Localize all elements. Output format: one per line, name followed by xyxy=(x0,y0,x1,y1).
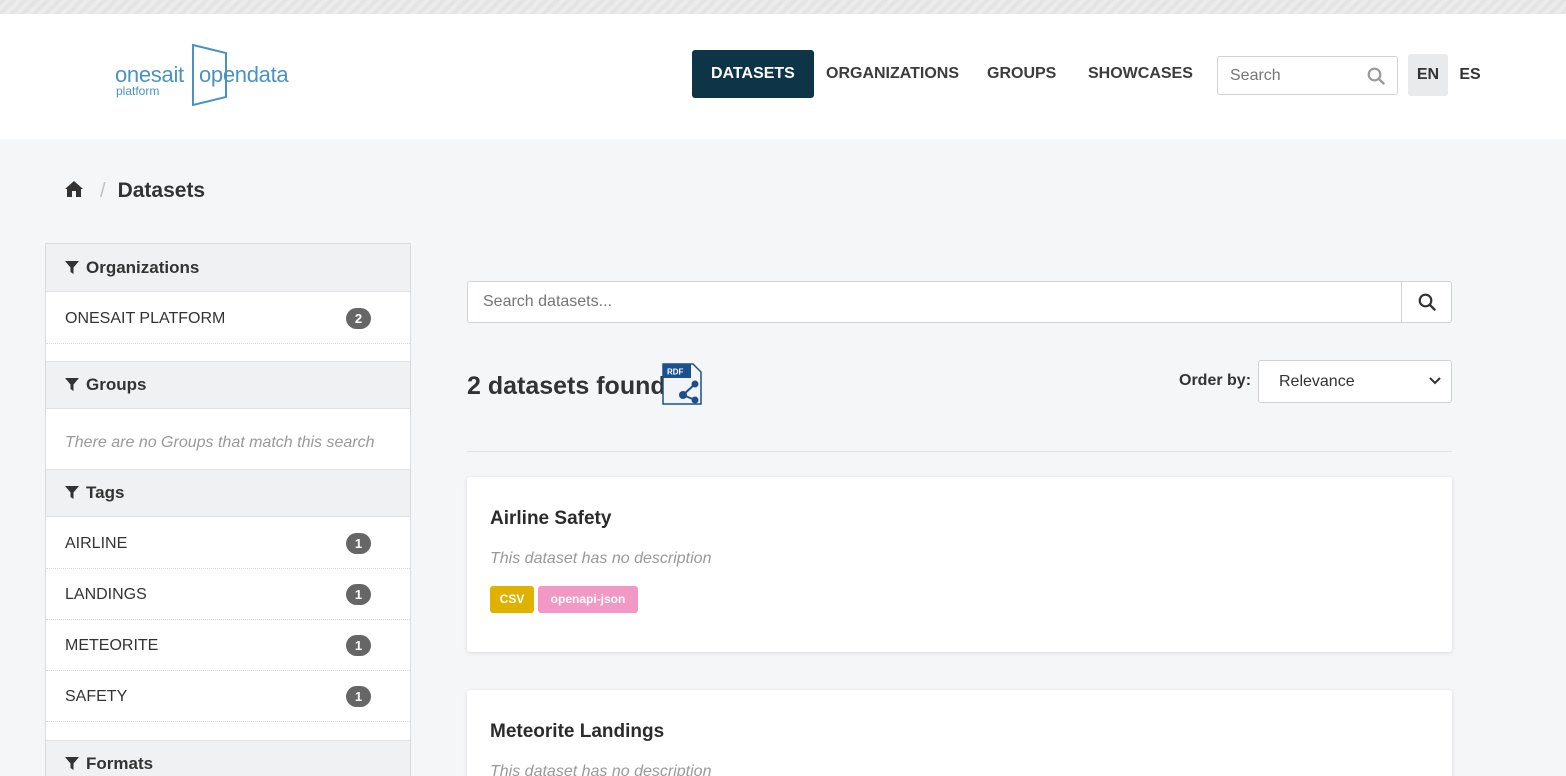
facet-title: Formats xyxy=(86,754,154,773)
dataset-card: Airline Safety This dataset has no descr… xyxy=(467,477,1452,652)
lang-es-button[interactable]: ES xyxy=(1455,54,1485,96)
dataset-search xyxy=(467,281,1452,323)
format-badge-csv[interactable]: CSV xyxy=(490,586,534,613)
facet-item-airline[interactable]: AIRLINE 1 xyxy=(46,518,410,569)
nav-groups[interactable]: GROUPS xyxy=(987,50,1056,98)
home-icon[interactable] xyxy=(64,180,84,203)
facet-item-label: METEORITE xyxy=(65,636,159,654)
dataset-description: This dataset has no description xyxy=(490,550,712,567)
facet-title: Organizations xyxy=(86,257,200,277)
count-badge: 1 xyxy=(346,584,371,605)
facet-sidebar: Organizations ONESAIT PLATFORM 2 Groups … xyxy=(45,243,411,776)
rdf-label: RDF xyxy=(667,368,684,377)
order-by-label: Order by: xyxy=(1179,372,1252,389)
facet-item-landings[interactable]: LANDINGS 1 xyxy=(46,569,410,620)
chevron-down-icon xyxy=(1429,377,1441,385)
facet-title: Tags xyxy=(86,483,125,502)
order-by-select[interactable]: Relevance xyxy=(1258,360,1452,403)
rdf-icon[interactable]: RDF xyxy=(661,362,703,411)
groups-empty-text: There are no Groups that match this sear… xyxy=(65,434,375,451)
filter-icon xyxy=(65,486,79,499)
dataset-search-input[interactable] xyxy=(468,282,1402,322)
facet-item-label: ONESAIT PLATFORM xyxy=(65,309,226,327)
nav-showcases[interactable]: SHOWCASES xyxy=(1088,50,1193,98)
filter-icon xyxy=(65,260,79,274)
format-badge-openapi-json[interactable]: openapi-json xyxy=(538,586,638,613)
breadcrumb: / Datasets xyxy=(64,178,205,204)
results-count: 2 datasets found xyxy=(467,372,666,400)
facet-item-label: AIRLINE xyxy=(65,534,128,552)
facet-groups-heading: Groups xyxy=(46,361,410,409)
facet-formats-heading: Formats xyxy=(46,740,410,776)
logo-word-platform: platform xyxy=(116,84,160,98)
dataset-title-link[interactable]: Meteorite Landings xyxy=(490,721,664,743)
dataset-title-link[interactable]: Airline Safety xyxy=(490,508,611,530)
logo-word-opendata: opendata xyxy=(199,62,289,87)
dataset-search-button[interactable] xyxy=(1401,282,1451,322)
facet-item-onesait-platform[interactable]: ONESAIT PLATFORM 2 xyxy=(46,293,410,344)
dataset-card: Meteorite Landings This dataset has no d… xyxy=(467,690,1452,776)
lang-en-button[interactable]: EN xyxy=(1408,54,1448,96)
facet-item-safety[interactable]: SAFETY 1 xyxy=(46,671,410,722)
facet-item-label: LANDINGS xyxy=(65,585,147,603)
count-badge: 1 xyxy=(346,686,371,707)
facet-tags-heading: Tags xyxy=(46,469,410,517)
search-icon xyxy=(1418,293,1436,311)
dataset-description: This dataset has no description xyxy=(490,763,712,776)
count-badge: 1 xyxy=(346,635,371,656)
item-divider xyxy=(46,343,410,344)
count-badge: 2 xyxy=(346,308,371,329)
facet-organizations-heading: Organizations xyxy=(46,244,410,292)
search-icon[interactable] xyxy=(1367,67,1385,90)
facet-item-meteorite[interactable]: METEORITE 1 xyxy=(46,620,410,671)
count-badge: 1 xyxy=(346,533,371,554)
nav-organizations[interactable]: ORGANIZATIONS xyxy=(826,50,959,98)
header-search xyxy=(1217,56,1398,95)
breadcrumb-current: Datasets xyxy=(117,179,206,202)
order-by-value: Relevance xyxy=(1279,373,1355,390)
facet-title: Groups xyxy=(86,375,147,394)
site-header: onesait opendata platform DATASETS ORGAN… xyxy=(0,14,1566,139)
filter-icon xyxy=(65,378,79,391)
item-divider xyxy=(46,721,410,722)
site-logo[interactable]: onesait opendata platform xyxy=(115,44,290,108)
filter-icon xyxy=(65,757,79,770)
header-search-input[interactable] xyxy=(1218,57,1363,94)
breadcrumb-separator: / xyxy=(100,179,106,202)
facet-item-label: SAFETY xyxy=(65,687,128,705)
top-strip xyxy=(0,0,1566,14)
results-divider xyxy=(467,451,1452,452)
nav-datasets[interactable]: DATASETS xyxy=(692,50,814,98)
